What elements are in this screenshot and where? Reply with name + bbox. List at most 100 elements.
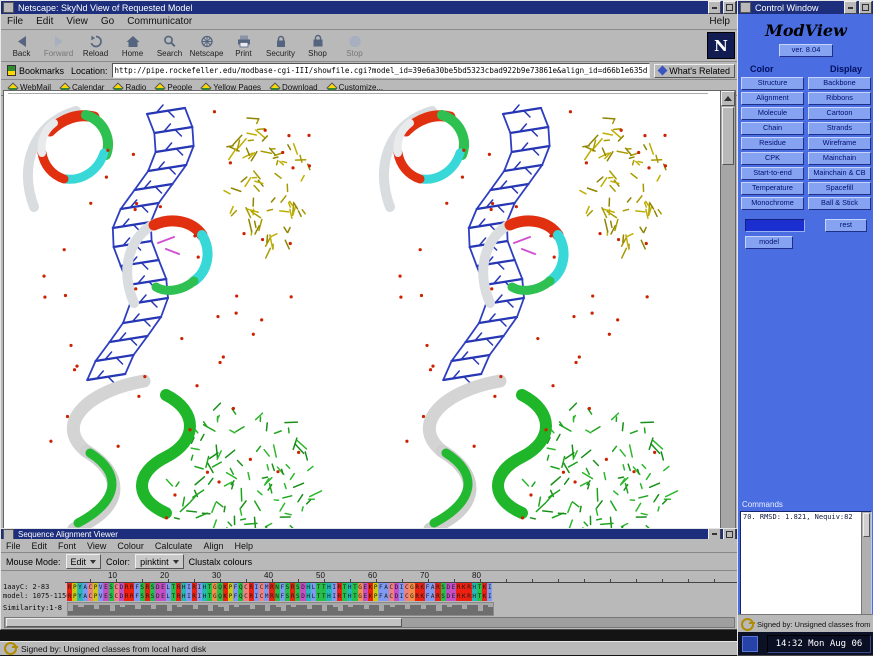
- color-scheme-select[interactable]: pinktint: [135, 554, 184, 569]
- window-menu-icon[interactable]: [3, 529, 14, 539]
- color-residue-button[interactable]: Residue: [741, 137, 804, 150]
- window-menu-icon[interactable]: [740, 2, 751, 13]
- netscape-logo[interactable]: N: [707, 32, 735, 59]
- menu-edit[interactable]: Edit: [36, 16, 53, 27]
- alignment-menu-edit[interactable]: Edit: [32, 541, 48, 551]
- url-input[interactable]: [112, 63, 651, 78]
- sequence-row: model: 1075-1156RPYACPVESCDRRFSRSDELTRHI…: [1, 592, 738, 601]
- display-ball-stick-button[interactable]: Ball & Stick: [808, 197, 871, 210]
- ruler-tick-10: 10: [108, 571, 117, 580]
- minimize-button[interactable]: [844, 1, 857, 14]
- alignment-menu-view[interactable]: View: [87, 541, 106, 551]
- toolbar-button-label: Forward: [44, 49, 73, 58]
- menu-communicator[interactable]: Communicator: [127, 16, 192, 27]
- color-monochrome-button[interactable]: Monochrome: [741, 197, 804, 210]
- scroll-thumb[interactable]: [722, 107, 734, 165]
- reload-button[interactable]: Reload: [77, 31, 114, 60]
- alignment-titlebar[interactable]: Sequence Alignment Viewer: [1, 529, 738, 539]
- alignment-window: Sequence Alignment Viewer File Edit Font Vi…: [0, 528, 739, 630]
- menu-help[interactable]: Help: [709, 16, 730, 27]
- display-ribbons-button[interactable]: Ribbons: [808, 92, 871, 105]
- scroll-up-button[interactable]: [721, 91, 735, 106]
- modview-statusbar: Signed by: Unsigned classes from local: [738, 614, 873, 633]
- minimize-button[interactable]: [708, 1, 721, 14]
- ruler-tick-60: 60: [368, 571, 377, 580]
- display-mainchain-cb-button[interactable]: Mainchain & CB: [808, 167, 871, 180]
- alignment-menu-file[interactable]: File: [6, 541, 21, 551]
- stop-button[interactable]: Stop: [336, 31, 373, 60]
- maximize-button[interactable]: [723, 529, 736, 539]
- back-icon: [14, 34, 30, 49]
- forward-button[interactable]: Forward: [40, 31, 77, 60]
- display-wireframe-button[interactable]: Wireframe: [808, 137, 871, 150]
- display-backbone-button[interactable]: Backbone: [808, 77, 871, 90]
- ruler-tick-80: 80: [472, 571, 481, 580]
- alignment-menu-calculate[interactable]: Calculate: [155, 541, 193, 551]
- sequence-row: 1aayC: 2-83RPYACPVESCDRRFSRSDELTRHIRIHTG…: [1, 583, 738, 592]
- color-structure-button[interactable]: Structure: [741, 77, 804, 90]
- stop-icon: [347, 34, 363, 49]
- model-button[interactable]: model: [745, 236, 793, 249]
- color-cpk-button[interactable]: CPK: [741, 152, 804, 165]
- color-alignment-button[interactable]: Alignment: [741, 92, 804, 105]
- mouse-mode-select[interactable]: Edit: [66, 554, 102, 569]
- display-spacefill-button[interactable]: Spacefill: [808, 182, 871, 195]
- shop-button[interactable]: Shop: [299, 31, 336, 60]
- hscroll-thumb[interactable]: [6, 618, 402, 627]
- molecule-stereo-image: [4, 91, 724, 528]
- alignment-menu-align[interactable]: Align: [203, 541, 223, 551]
- toolbar-button-label: Print: [235, 49, 251, 58]
- toolbar-button-label: Search: [157, 49, 182, 58]
- selected-model-field[interactable]: [745, 219, 805, 232]
- window-menu-icon[interactable]: [3, 2, 14, 13]
- modview-version-button[interactable]: ver. 8.04: [779, 44, 833, 57]
- minimize-button[interactable]: [708, 529, 721, 539]
- toolbar-button-label: Netscape: [190, 49, 224, 58]
- maximize-button[interactable]: [723, 1, 736, 14]
- color-scheme-label: Color:: [106, 557, 130, 567]
- browser-titlebar[interactable]: Netscape: SkyNd View of Requested Model: [1, 1, 738, 14]
- security-icon: [273, 34, 289, 49]
- display-mainchain-button[interactable]: Mainchain: [808, 152, 871, 165]
- mouse-mode-value: Edit: [71, 557, 87, 567]
- alignment-hscrollbar[interactable]: [4, 617, 735, 628]
- maximize-button[interactable]: [859, 1, 872, 14]
- print-button[interactable]: Print: [225, 31, 262, 60]
- toolbar-button-label: Security: [266, 49, 295, 58]
- back-button[interactable]: Back: [3, 31, 40, 60]
- rest-button[interactable]: rest: [825, 219, 867, 232]
- display-strands-button[interactable]: Strands: [808, 122, 871, 135]
- color-chain-button[interactable]: Chain: [741, 122, 804, 135]
- chevron-down-icon: [173, 560, 179, 564]
- alignment-menu-help[interactable]: Help: [234, 541, 253, 551]
- panel-icon[interactable]: [742, 636, 758, 652]
- color-start-to-end-button[interactable]: Start-to-end: [741, 167, 804, 180]
- residue-cell[interactable]: I: [487, 583, 492, 592]
- modview-titlebar[interactable]: Control Window: [738, 1, 873, 14]
- residue-cell[interactable]: I: [487, 592, 492, 601]
- whats-related-label: What's Related: [669, 66, 730, 76]
- display-cartoon-button[interactable]: Cartoon: [808, 107, 871, 120]
- alignment-menu-font[interactable]: Font: [58, 541, 76, 551]
- location-bar: Bookmarks Location: What's Related: [1, 62, 738, 80]
- security-button[interactable]: Security: [262, 31, 299, 60]
- print-icon: [236, 34, 252, 49]
- menu-view[interactable]: View: [66, 16, 88, 27]
- color-molecule-button[interactable]: Molecule: [741, 107, 804, 120]
- netscape-button[interactable]: Netscape: [188, 31, 225, 60]
- commands-scroll-thumb[interactable]: [863, 513, 870, 537]
- whats-related-button[interactable]: What's Related: [654, 64, 735, 78]
- search-button[interactable]: Search: [151, 31, 188, 60]
- bookmarks-button[interactable]: Bookmarks: [4, 64, 67, 77]
- security-key-icon: [4, 642, 17, 655]
- color-temperature-button[interactable]: Temperature: [741, 182, 804, 195]
- sequence-row-label: model: 1075-1156: [1, 592, 67, 601]
- menu-go[interactable]: Go: [101, 16, 114, 27]
- alignment-toolbar: Mouse Mode: Edit Color: pinktint Clustal…: [1, 553, 738, 571]
- ruler-tick-20: 20: [160, 571, 169, 580]
- commands-output-box[interactable]: 70. RMSD: 1.821, Nequiv:82: [740, 511, 872, 617]
- commands-scrollbar[interactable]: [861, 512, 871, 616]
- alignment-menu-colour[interactable]: Colour: [117, 541, 144, 551]
- home-button[interactable]: Home: [114, 31, 151, 60]
- menu-file[interactable]: File: [7, 16, 23, 27]
